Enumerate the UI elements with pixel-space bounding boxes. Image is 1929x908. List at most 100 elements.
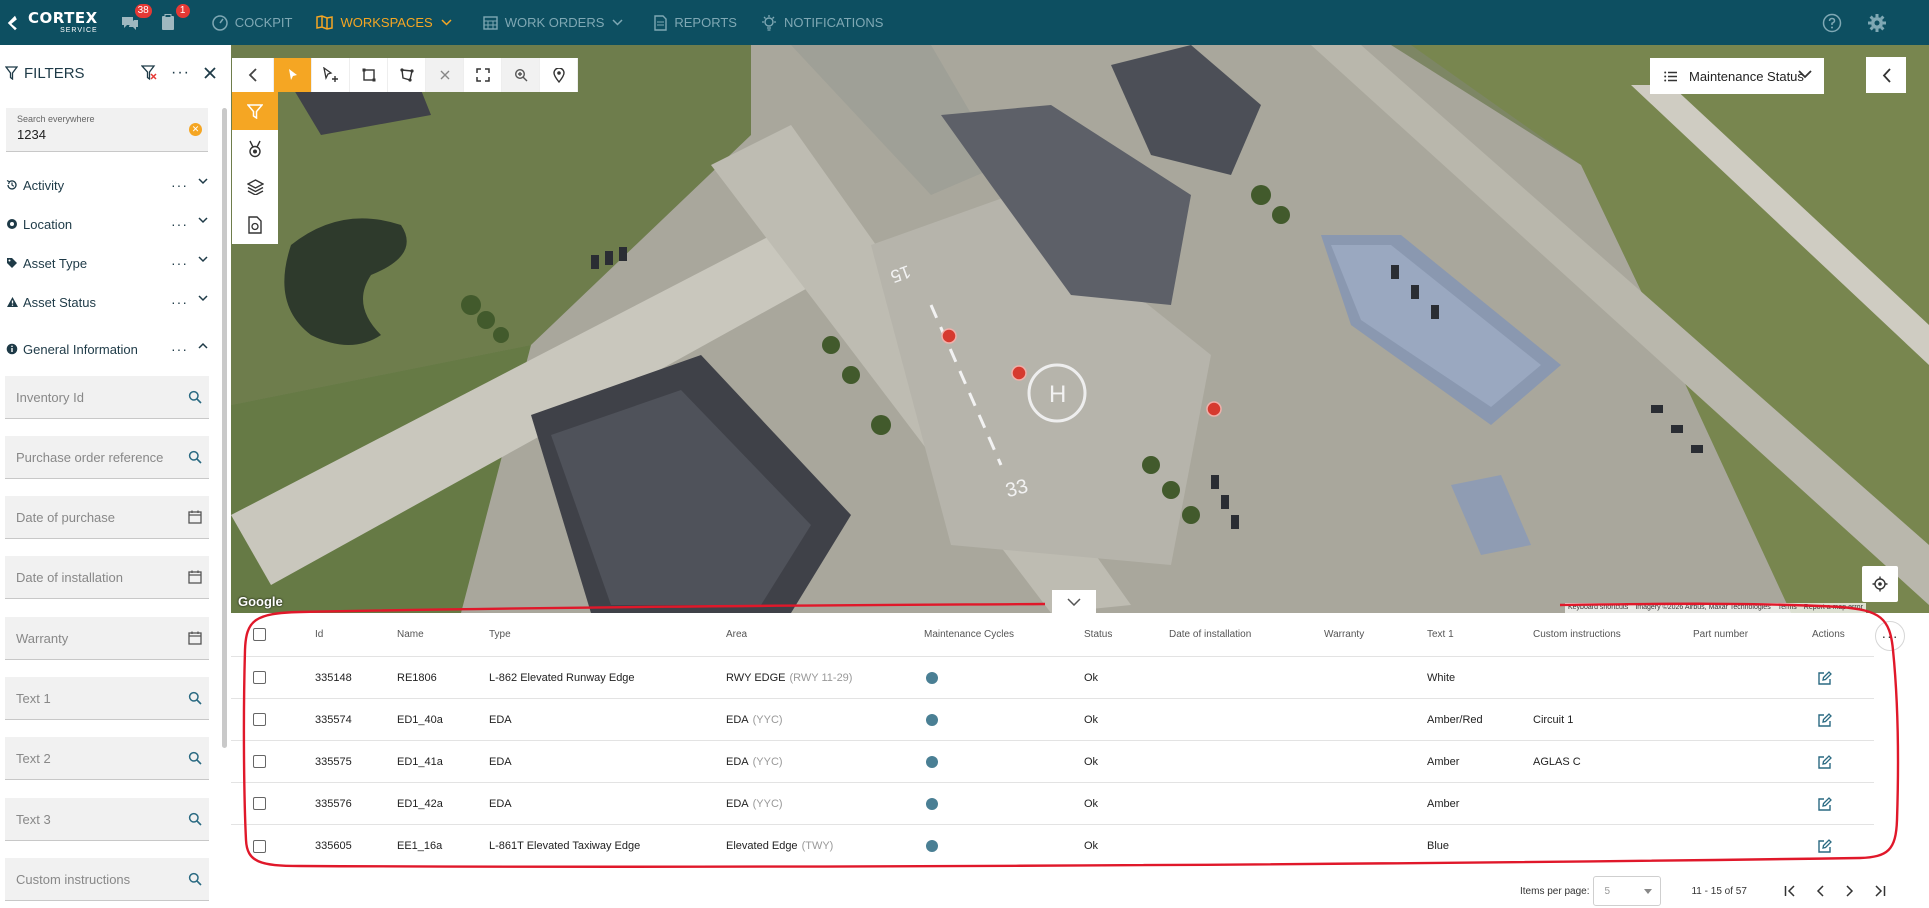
column-header-name[interactable]: Name [397, 613, 424, 656]
text-1-field[interactable]: Text 1 [5, 677, 209, 720]
custom-instructions-field[interactable]: Custom instructions [5, 858, 209, 901]
select-all-checkbox[interactable] [253, 613, 266, 656]
map-layers-tool[interactable] [232, 168, 278, 206]
more-options-icon[interactable]: ··· [171, 341, 188, 357]
map-filter-tool[interactable] [232, 92, 278, 130]
column-header-custom-instructions[interactable]: Custom instructions [1533, 613, 1621, 656]
table-options-button[interactable]: ··· [1875, 621, 1905, 651]
satellite-map[interactable]: H 15 33 [231, 45, 1929, 613]
column-header-warranty[interactable]: Warranty [1324, 613, 1364, 656]
help-icon[interactable] [1822, 13, 1842, 33]
place-marker-tool[interactable] [540, 58, 578, 92]
clear-filters-icon[interactable] [141, 65, 157, 81]
more-options-icon[interactable]: ··· [171, 255, 188, 271]
chevron-down-icon[interactable] [198, 217, 208, 224]
search-everywhere-field[interactable]: Search everywhere 1234 ✕ [6, 108, 208, 152]
table-row[interactable]: 335605 EE1_16a L-861T Elevated Taxiway E… [231, 825, 1874, 867]
messages-button[interactable]: 38 [118, 3, 152, 35]
row-checkbox[interactable] [253, 839, 266, 853]
search-value[interactable]: 1234 [17, 127, 46, 142]
chevron-down-icon[interactable] [198, 178, 208, 185]
edit-button[interactable] [1818, 783, 1832, 824]
search-icon [188, 390, 202, 404]
select-tool[interactable] [274, 58, 312, 92]
gear-icon[interactable] [1867, 13, 1887, 33]
filter-section-general-information[interactable]: General Information ··· [0, 334, 216, 364]
my-location-button[interactable] [1862, 566, 1898, 602]
fullscreen-tool[interactable] [464, 58, 502, 92]
filter-section-asset-type[interactable]: Asset Type ··· [0, 248, 216, 278]
row-checkbox[interactable] [253, 755, 266, 768]
back-button[interactable] [232, 58, 274, 92]
nav-reports[interactable]: REPORTS [654, 0, 737, 45]
filter-section-activity[interactable]: Activity ··· [0, 170, 216, 200]
nav-notifications[interactable]: NOTIFICATIONS [761, 0, 883, 45]
edit-button[interactable] [1818, 657, 1832, 698]
add-select-tool[interactable] [312, 58, 350, 92]
nav-cockpit[interactable]: COCKPIT [211, 0, 292, 45]
chevron-down-icon[interactable] [198, 295, 208, 302]
edit-button[interactable] [1818, 699, 1832, 740]
chevron-down-icon[interactable] [198, 256, 208, 263]
filters-scrollbar[interactable] [222, 108, 227, 748]
column-header-area[interactable]: Area [726, 613, 747, 656]
text-2-field[interactable]: Text 2 [5, 737, 209, 780]
column-header-type[interactable]: Type [489, 613, 511, 656]
column-header-date-of-installation[interactable]: Date of installation [1169, 613, 1251, 656]
more-options-icon[interactable]: ··· [171, 294, 188, 310]
filters-more-icon[interactable]: ··· [171, 64, 190, 82]
more-options-icon[interactable]: ··· [171, 177, 188, 193]
filter-section-asset-status[interactable]: Asset Status ··· [0, 287, 216, 317]
column-header-id[interactable]: Id [315, 613, 323, 656]
filter-section-location[interactable]: Location ··· [0, 209, 216, 239]
collapse-panel-button[interactable] [1866, 57, 1906, 93]
map-medal-tool[interactable] [232, 130, 278, 168]
row-checkbox[interactable] [253, 797, 266, 810]
table-row[interactable]: 335576 ED1_42a EDA EDA (YYC) Ok Amber [231, 783, 1874, 825]
polygon-select-tool[interactable] [388, 58, 426, 92]
map-layer-select[interactable]: Maintenance Status [1650, 58, 1824, 94]
map-export-tool[interactable] [232, 206, 278, 244]
column-header-text-1[interactable]: Text 1 [1427, 613, 1454, 656]
calendar-icon[interactable] [188, 510, 202, 524]
table-row[interactable]: 335575 ED1_41a EDA EDA (YYC) Ok Amber AGL… [231, 741, 1874, 783]
items-per-page-select[interactable]: 5 [1593, 876, 1662, 906]
first-page-button[interactable] [1783, 884, 1797, 898]
column-header-maintenance-cycles[interactable]: Maintenance Cycles [924, 613, 1014, 656]
zoom-tool[interactable] [502, 58, 540, 92]
close-icon[interactable] [204, 67, 216, 79]
column-header-part-number[interactable]: Part number [1693, 613, 1748, 656]
text-3-field[interactable]: Text 3 [5, 798, 209, 841]
row-checkbox[interactable] [253, 671, 266, 684]
date-of-installation-field[interactable]: Date of installation [5, 556, 209, 599]
clear-selection-tool[interactable] [426, 58, 464, 92]
last-page-button[interactable] [1873, 884, 1887, 898]
table-row[interactable]: 335148 RE1806 L-862 Elevated Runway Edge… [231, 657, 1874, 699]
edit-button[interactable] [1818, 825, 1832, 867]
keyboard-shortcuts-link[interactable]: Keyboard shortcuts [1568, 603, 1628, 613]
date-of-purchase-field[interactable]: Date of purchase [5, 496, 209, 539]
report-map-error-link[interactable]: Report a map error [1804, 603, 1863, 613]
calendar-icon[interactable] [188, 631, 202, 645]
previous-page-button[interactable] [1813, 884, 1827, 898]
table-row[interactable]: 335574 ED1_40a EDA EDA (YYC) Ok Amber/Red… [231, 699, 1874, 741]
nav-workspaces[interactable]: WORKSPACES [316, 0, 458, 45]
tasks-button[interactable]: 1 [156, 3, 190, 35]
table-drawer-toggle[interactable] [1052, 590, 1096, 613]
brand-logo[interactable]: CORTEX SERVICE [6, 11, 98, 34]
edit-button[interactable] [1818, 741, 1832, 782]
nav-work-orders[interactable]: WORK ORDERS [483, 0, 631, 45]
column-header-status[interactable]: Status [1084, 613, 1112, 656]
rectangle-select-tool[interactable] [350, 58, 388, 92]
row-checkbox[interactable] [253, 713, 266, 726]
warranty-field[interactable]: Warranty [5, 617, 209, 660]
terms-link[interactable]: Terms [1778, 603, 1797, 613]
clear-search-icon[interactable]: ✕ [189, 123, 202, 136]
checkbox[interactable] [253, 628, 266, 641]
inventory-id-field[interactable]: Inventory Id [5, 376, 209, 419]
purchase-order-reference-field[interactable]: Purchase order reference [5, 436, 209, 479]
calendar-icon[interactable] [188, 570, 202, 584]
next-page-button[interactable] [1843, 884, 1857, 898]
more-options-icon[interactable]: ··· [171, 216, 188, 232]
chevron-up-icon[interactable] [198, 342, 208, 349]
